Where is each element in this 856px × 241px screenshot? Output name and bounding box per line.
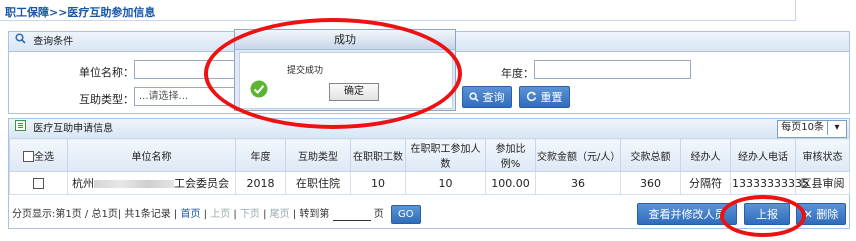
list-panel-header: 医疗互助申请信息 每页10条 ▾ xyxy=(9,119,849,139)
select-all-checkbox[interactable] xyxy=(23,151,34,162)
submit-button[interactable]: 上报 xyxy=(744,203,790,225)
dialog-message: 提交成功 xyxy=(287,66,324,76)
confirm-button[interactable]: 确定 xyxy=(329,83,379,101)
type-label: 互助类型： xyxy=(79,93,134,106)
unit-name-prefix: 杭州 xyxy=(72,177,94,190)
column-header: 交款金额（元/人） xyxy=(535,138,621,172)
query-panel-title: 查询条件 xyxy=(33,36,74,48)
column-header: 在职职工数 xyxy=(350,138,406,172)
total-cell: 360 xyxy=(620,171,681,195)
column-header: 参加比例% xyxy=(485,138,536,172)
year-input[interactable] xyxy=(534,60,691,79)
divider xyxy=(795,0,796,21)
list-panel-title: 医疗互助申请信息 xyxy=(33,123,114,135)
pagination-info: 分页显示:第1页 / 总1页| 共1条记录 | xyxy=(12,209,178,220)
search-icon xyxy=(469,91,483,104)
chevron-down-icon: ▾ xyxy=(827,121,846,135)
reset-button-label: 重置 xyxy=(540,91,563,104)
column-header: 全选 xyxy=(34,151,54,163)
unit-name-suffix: 工会委员会 xyxy=(174,177,229,190)
unit-name-cell: 杭州 工会委员会 xyxy=(67,171,236,195)
application-table: 全选 单位名称 年度 互助类型 在职职工数 在职职工参加人数 参加比例% 交款金… xyxy=(9,138,850,195)
list-panel: 医疗互助申请信息 每页10条 ▾ 全选 单位名称 年度 互助类型 在职职工数 在职… xyxy=(8,118,850,229)
column-header: 经办人 xyxy=(680,138,731,172)
select-all-header[interactable]: 全选 xyxy=(9,138,68,172)
participants-cell: 10 xyxy=(405,171,486,195)
divider xyxy=(0,20,795,21)
row-select-cell[interactable] xyxy=(9,171,68,195)
next-page-link[interactable]: 下页 xyxy=(240,209,260,220)
last-page-link[interactable]: 尾页 xyxy=(270,209,290,220)
unit-name-label: 单位名称： xyxy=(79,66,134,79)
staff-count-cell: 10 xyxy=(350,171,406,195)
goto-label: 转到第 xyxy=(299,209,330,220)
column-header: 互助类型 xyxy=(285,138,351,172)
amount-cell: 36 xyxy=(535,171,621,195)
ratio-cell: 100.00 xyxy=(485,171,536,195)
reset-button[interactable]: 重置 xyxy=(519,86,570,108)
row-checkbox[interactable] xyxy=(33,178,44,189)
prev-page-link[interactable]: 上页 xyxy=(210,209,230,220)
view-edit-personnel-button[interactable]: 查看并修改人员 xyxy=(637,203,737,225)
first-page-link[interactable]: 首页 xyxy=(180,209,200,220)
per-page-value: 每页10条 xyxy=(781,122,824,133)
page-unit-label: 页 xyxy=(373,209,384,220)
table-row[interactable]: 杭州 工会委员会 2018 在职住院 10 10 100.00 36 360 分隔… xyxy=(9,171,850,195)
status-cell: 区县审阅 xyxy=(795,171,850,195)
year-label: 年度： xyxy=(501,67,534,80)
go-button[interactable]: GO xyxy=(390,204,421,224)
search-button[interactable]: 查询 xyxy=(462,86,512,108)
handler-cell: 分隔符 xyxy=(680,171,731,195)
year-cell: 2018 xyxy=(235,171,286,195)
list-icon xyxy=(15,119,26,138)
table-header-row: 全选 单位名称 年度 互助类型 在职职工数 在职职工参加人数 参加比例% 交款金… xyxy=(9,138,850,172)
column-header: 审核状态 xyxy=(795,138,850,172)
column-header: 在职职工参加人数 xyxy=(405,138,486,172)
delete-button[interactable]: ✕ 删除 xyxy=(796,203,846,225)
refresh-icon xyxy=(526,91,541,104)
column-header: 单位名称 xyxy=(67,138,236,172)
unit-name-input[interactable] xyxy=(134,60,239,79)
type-select[interactable]: ...请选择... xyxy=(134,87,239,106)
type-cell: 在职住院 xyxy=(285,171,351,195)
per-page-select[interactable]: 每页10条 ▾ xyxy=(777,120,847,138)
column-header: 年度 xyxy=(235,138,286,172)
search-button-label: 查询 xyxy=(482,91,505,104)
delete-button-label: 删除 xyxy=(816,208,839,221)
goto-page-input[interactable] xyxy=(332,208,371,221)
success-dialog: 成功 提交成功 确定 xyxy=(234,29,456,111)
redacted-text xyxy=(94,180,174,188)
check-icon xyxy=(250,80,268,101)
dialog-title: 成功 xyxy=(235,30,455,50)
breadcrumb: 职工保障>>医疗互助参加信息 xyxy=(5,6,156,19)
delete-icon: ✕ xyxy=(803,208,813,221)
column-header: 经办人电话 xyxy=(730,138,796,172)
column-header: 交款总额 xyxy=(620,138,681,172)
search-icon xyxy=(15,32,26,51)
phone-cell: 13333333335 xyxy=(730,171,809,195)
